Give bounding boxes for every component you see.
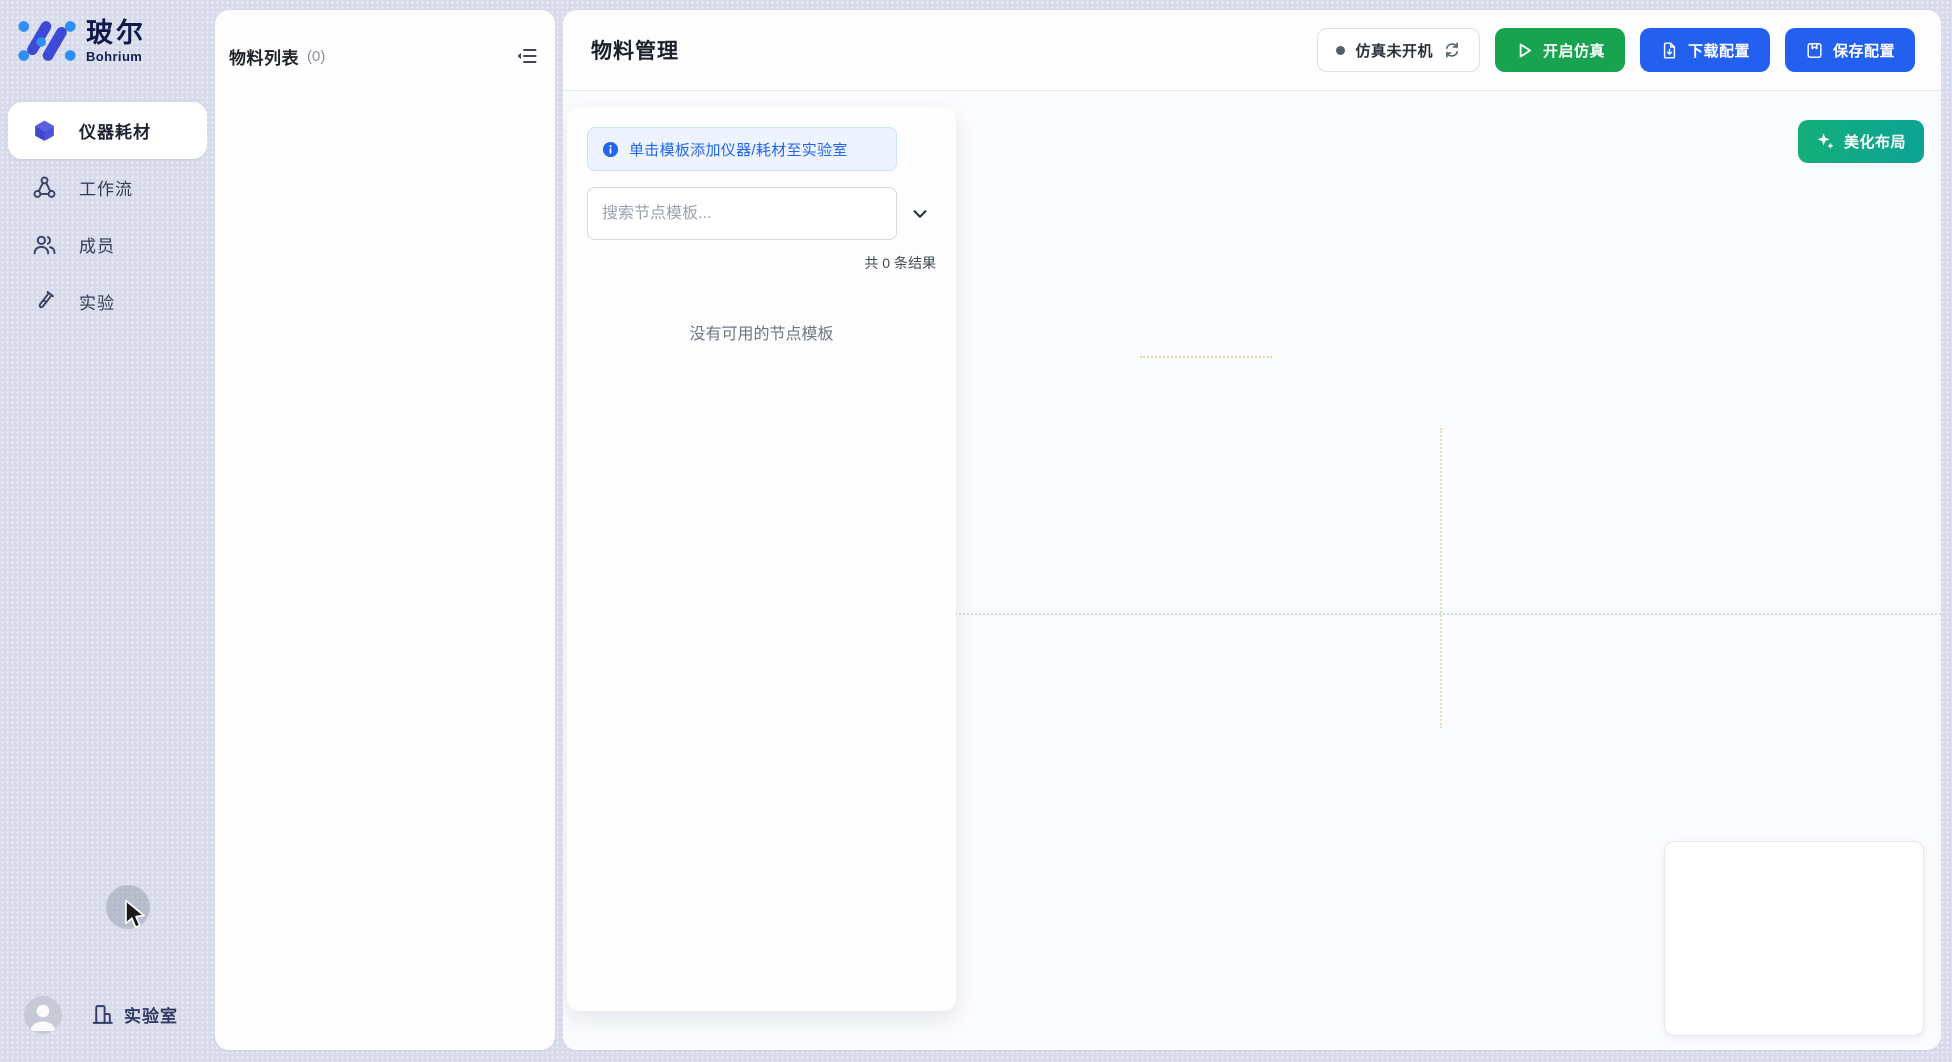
brand-name: 玻尔 <box>86 20 146 47</box>
sidebar: 玻尔 Bohrium 仪器耗材 <box>0 0 215 1062</box>
start-sim-button[interactable]: 开启仿真 <box>1495 28 1625 72</box>
page-title: 物料管理 <box>591 35 679 65</box>
template-result-count: 共 0 条结果 <box>587 253 936 273</box>
status-dot <box>1336 46 1345 55</box>
download-icon <box>1660 41 1679 60</box>
header-actions: 仿真未开机 开启仿真 <box>1317 28 1915 72</box>
sim-status-pill[interactable]: 仿真未开机 <box>1317 28 1480 72</box>
lab-label: 实验室 <box>124 1002 178 1027</box>
experiment-icon <box>32 289 57 314</box>
download-config-label: 下载配置 <box>1688 40 1750 61</box>
cube-icon <box>32 118 57 143</box>
refresh-icon[interactable] <box>1443 41 1461 59</box>
sidebar-item-label: 仪器耗材 <box>79 118 151 143</box>
logo-mark-icon <box>16 13 78 69</box>
building-icon <box>90 1002 115 1027</box>
brand-logo[interactable]: 玻尔 Bohrium <box>16 13 146 69</box>
save-config-button[interactable]: 保存配置 <box>1785 28 1915 72</box>
play-icon <box>1515 41 1534 60</box>
flow-canvas[interactable]: 单击模板添加仪器/耗材至实验室 共 0 条结果 没有可用的节点模板 <box>563 92 1941 1050</box>
sidebar-item-label: 成员 <box>79 232 115 257</box>
materials-list-panel: 物料列表 (0) <box>215 10 555 1050</box>
canvas-guide-line-vertical <box>1440 428 1442 728</box>
node-template-panel: 单击模板添加仪器/耗材至实验室 共 0 条结果 没有可用的节点模板 <box>567 107 956 1011</box>
beautify-layout-label: 美化布局 <box>1844 131 1906 152</box>
template-hint-banner: 单击模板添加仪器/耗材至实验室 <box>587 127 897 171</box>
sidebar-item-workflow[interactable]: 工作流 <box>8 159 207 216</box>
sim-status-label: 仿真未开机 <box>1355 40 1433 61</box>
materials-list-count: (0) <box>307 48 325 65</box>
lab-switcher[interactable]: 实验室 <box>90 1002 178 1027</box>
sidebar-item-label: 实验 <box>79 289 115 314</box>
sidebar-nav: 仪器耗材 工作流 <box>8 102 207 330</box>
chevron-down-icon[interactable] <box>906 200 934 228</box>
collapse-panel-icon[interactable] <box>513 42 541 70</box>
sidebar-item-members[interactable]: 成员 <box>8 216 207 273</box>
template-search-input[interactable] <box>587 187 897 240</box>
download-config-button[interactable]: 下载配置 <box>1640 28 1770 72</box>
main-panel: 物料管理 仿真未开机 <box>563 10 1941 1050</box>
main-header: 物料管理 仿真未开机 <box>563 10 1941 91</box>
template-hint-text: 单击模板添加仪器/耗材至实验室 <box>629 139 848 160</box>
members-icon <box>32 232 57 257</box>
canvas-guide-line-short <box>1140 356 1272 358</box>
save-icon <box>1805 41 1824 60</box>
brand-subtitle: Bohrium <box>86 50 146 63</box>
materials-list-title: 物料列表 <box>229 44 299 69</box>
template-empty-text: 没有可用的节点模板 <box>587 320 936 344</box>
save-config-label: 保存配置 <box>1833 40 1895 61</box>
sidebar-item-experiment[interactable]: 实验 <box>8 273 207 330</box>
app-root: { "brand": { "name": "玻尔", "subtitle": "… <box>0 0 1952 1062</box>
avatar[interactable] <box>24 996 62 1034</box>
start-sim-label: 开启仿真 <box>1543 40 1605 61</box>
info-icon <box>601 140 620 159</box>
workflow-icon <box>32 175 57 200</box>
sidebar-item-instruments[interactable]: 仪器耗材 <box>8 102 207 159</box>
sidebar-item-label: 工作流 <box>79 175 133 200</box>
canvas-guide-line-horizontal <box>955 613 1941 615</box>
beautify-layout-button[interactable]: 美化布局 <box>1798 120 1924 163</box>
materials-list-header: 物料列表 (0) <box>215 10 555 70</box>
template-search-row <box>587 187 936 240</box>
sparkles-icon <box>1816 132 1835 151</box>
canvas-minimap[interactable] <box>1664 841 1924 1036</box>
sidebar-footer: 实验室 <box>0 994 215 1038</box>
